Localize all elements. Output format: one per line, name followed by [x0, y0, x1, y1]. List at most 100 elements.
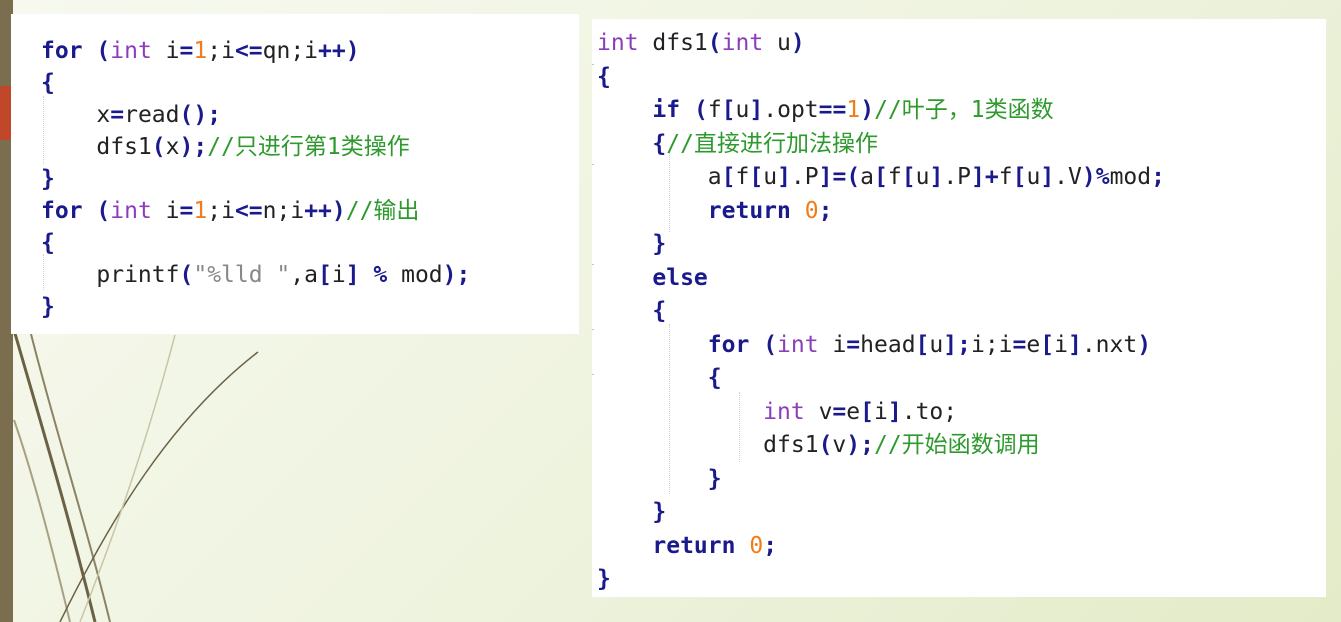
code-line: if (f[u].opt==1)//叶子，1类函数 — [597, 95, 1054, 125]
code-token: ); — [179, 134, 208, 160]
code-token: e — [1026, 331, 1041, 358]
code-token: v — [804, 398, 833, 425]
code-token: ] — [887, 398, 902, 425]
code-token: ]+ — [971, 164, 999, 190]
code-token: ( — [179, 262, 194, 288]
code-token: = — [110, 102, 125, 128]
code-token: ( — [151, 134, 166, 160]
code-token: .P — [943, 164, 972, 190]
code-token: 0 — [749, 532, 764, 559]
code-token: } — [652, 499, 667, 525]
code-token: read — [124, 102, 180, 128]
code-token: ] — [929, 164, 944, 190]
code-token: [ — [317, 262, 332, 288]
code-token: x — [165, 134, 180, 160]
code-token: 1 — [846, 97, 861, 123]
gutter-tick — [592, 329, 594, 330]
code-token: //只进行第1类操作 — [207, 134, 410, 160]
code-token: return — [652, 532, 736, 559]
code-line: printf("%lld ",a[i] % mod); — [41, 260, 470, 290]
code-token: u — [763, 164, 778, 190]
code-token: .P — [790, 164, 819, 190]
code-token: <= — [234, 38, 263, 64]
code-line: { — [597, 363, 722, 393]
code-token: 0 — [804, 197, 819, 224]
code-token: if — [652, 97, 681, 123]
code-token: .to; — [901, 398, 958, 425]
code-line: { — [41, 228, 55, 258]
code-line: { — [41, 68, 55, 98]
code-token: [ — [721, 164, 736, 190]
code-token: ] — [749, 97, 764, 123]
code-token: ( — [763, 331, 778, 358]
code-token: ; — [818, 197, 833, 224]
code-token: i — [1054, 331, 1068, 358]
code-token: (); — [179, 102, 222, 128]
code-line: } — [597, 464, 722, 494]
code-token: //输出 — [345, 198, 420, 224]
code-token: ,a — [290, 262, 318, 288]
code-token: [ — [749, 164, 764, 190]
code-token: u — [915, 164, 930, 190]
code-token: == — [818, 97, 847, 123]
code-token: { — [41, 70, 55, 96]
code-token: qn;i — [262, 38, 319, 64]
code-token: dfs1 — [41, 134, 152, 160]
code-token: a — [860, 164, 875, 190]
code-token: .nxt — [1081, 331, 1138, 358]
code-token: ) — [860, 97, 875, 123]
code-token: int — [110, 198, 152, 224]
code-token: //叶子，1类函数 — [874, 97, 1054, 123]
code-token: ; — [763, 532, 778, 559]
gutter-tick — [592, 374, 594, 375]
code-token: f — [887, 164, 902, 190]
code-token: { — [597, 63, 611, 90]
code-token: a — [597, 164, 722, 190]
code-token: ++) — [318, 38, 360, 64]
code-line: for (int i=1;i<=qn;i++) — [41, 36, 360, 66]
code-line: int v=e[i].to; — [597, 397, 957, 427]
code-token: //直接进行加法操作 — [666, 130, 878, 157]
code-token: [ — [860, 398, 874, 425]
code-line: for (int i=1;i<=n;i++)//输出 — [41, 196, 419, 226]
code-token: for — [41, 38, 83, 64]
code-token: i — [331, 262, 346, 288]
code-token: = — [179, 198, 194, 224]
code-token: i — [874, 398, 888, 425]
code-token: { — [652, 130, 667, 157]
code-token: u — [735, 97, 750, 123]
code-token: ) — [1137, 331, 1152, 358]
code-token: else — [652, 264, 708, 291]
code-token: } — [41, 294, 55, 320]
code-line: dfs1(v);//开始函数调用 — [597, 430, 1040, 460]
code-token: = — [1012, 331, 1027, 358]
code-token: for — [41, 198, 83, 224]
code-token: ); — [846, 432, 874, 458]
code-token: ;i — [207, 38, 235, 64]
code-token: head — [860, 331, 916, 358]
code-token: "%lld " — [193, 262, 291, 288]
code-line: return 0; — [597, 196, 833, 226]
code-token: 1 — [193, 198, 208, 224]
code-token: int — [110, 38, 152, 64]
code-token: return — [707, 197, 791, 224]
code-line: dfs1(x);//只进行第1类操作 — [41, 132, 410, 162]
code-token: //开始函数调用 — [873, 432, 1040, 458]
code-token: [ — [915, 331, 930, 358]
code-token: ++) — [304, 198, 346, 224]
code-token: = — [846, 331, 861, 358]
code-line: {//直接进行加法操作 — [597, 129, 878, 159]
right-code-panel: int dfs1(int u){ if (f[u].opt==1)//叶子，1类… — [592, 19, 1326, 597]
code-line: } — [597, 497, 666, 527]
code-token: n;i — [262, 198, 305, 224]
code-token: u — [763, 30, 791, 56]
